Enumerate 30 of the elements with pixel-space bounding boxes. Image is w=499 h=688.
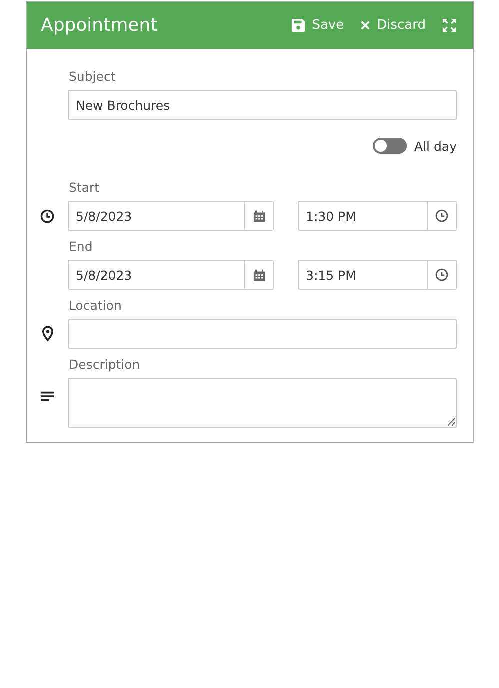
clock-icon <box>435 209 449 223</box>
save-icon <box>291 18 306 33</box>
subject-label: Subject <box>69 69 117 84</box>
close-icon <box>360 20 372 31</box>
date-field[interactable]: 5/8/2023 <box>68 260 274 290</box>
all-day-switch[interactable] <box>372 138 407 154</box>
calendar-icon <box>252 210 266 222</box>
subject-field[interactable]: New Brochures <box>68 90 457 120</box>
location-field[interactable] <box>68 319 457 349</box>
calendar-button[interactable] <box>244 202 273 230</box>
time-field[interactable]: 1:30 PM <box>298 201 457 231</box>
window-title: Appointment <box>41 15 158 36</box>
clock-icon <box>435 268 449 282</box>
time-field[interactable]: 3:15 PM <box>298 260 457 290</box>
time-picker-button[interactable] <box>427 202 456 230</box>
description-field[interactable] <box>68 378 457 428</box>
clock-icon <box>40 209 55 224</box>
description-label: Description <box>69 357 142 372</box>
maximize-button[interactable] <box>440 16 459 35</box>
all-day-label: All day <box>414 138 457 154</box>
location-pin-icon <box>42 326 54 342</box>
text-lines-icon <box>40 389 55 404</box>
start-label: Start <box>69 180 101 195</box>
date-field[interactable]: 5/8/2023 <box>68 201 274 231</box>
location-label: Location <box>69 298 123 313</box>
calendar-icon <box>252 268 266 282</box>
expand-icon <box>442 18 457 33</box>
end-label: End <box>69 239 94 254</box>
time-picker-button[interactable] <box>427 261 456 289</box>
calendar-button[interactable] <box>244 261 273 289</box>
